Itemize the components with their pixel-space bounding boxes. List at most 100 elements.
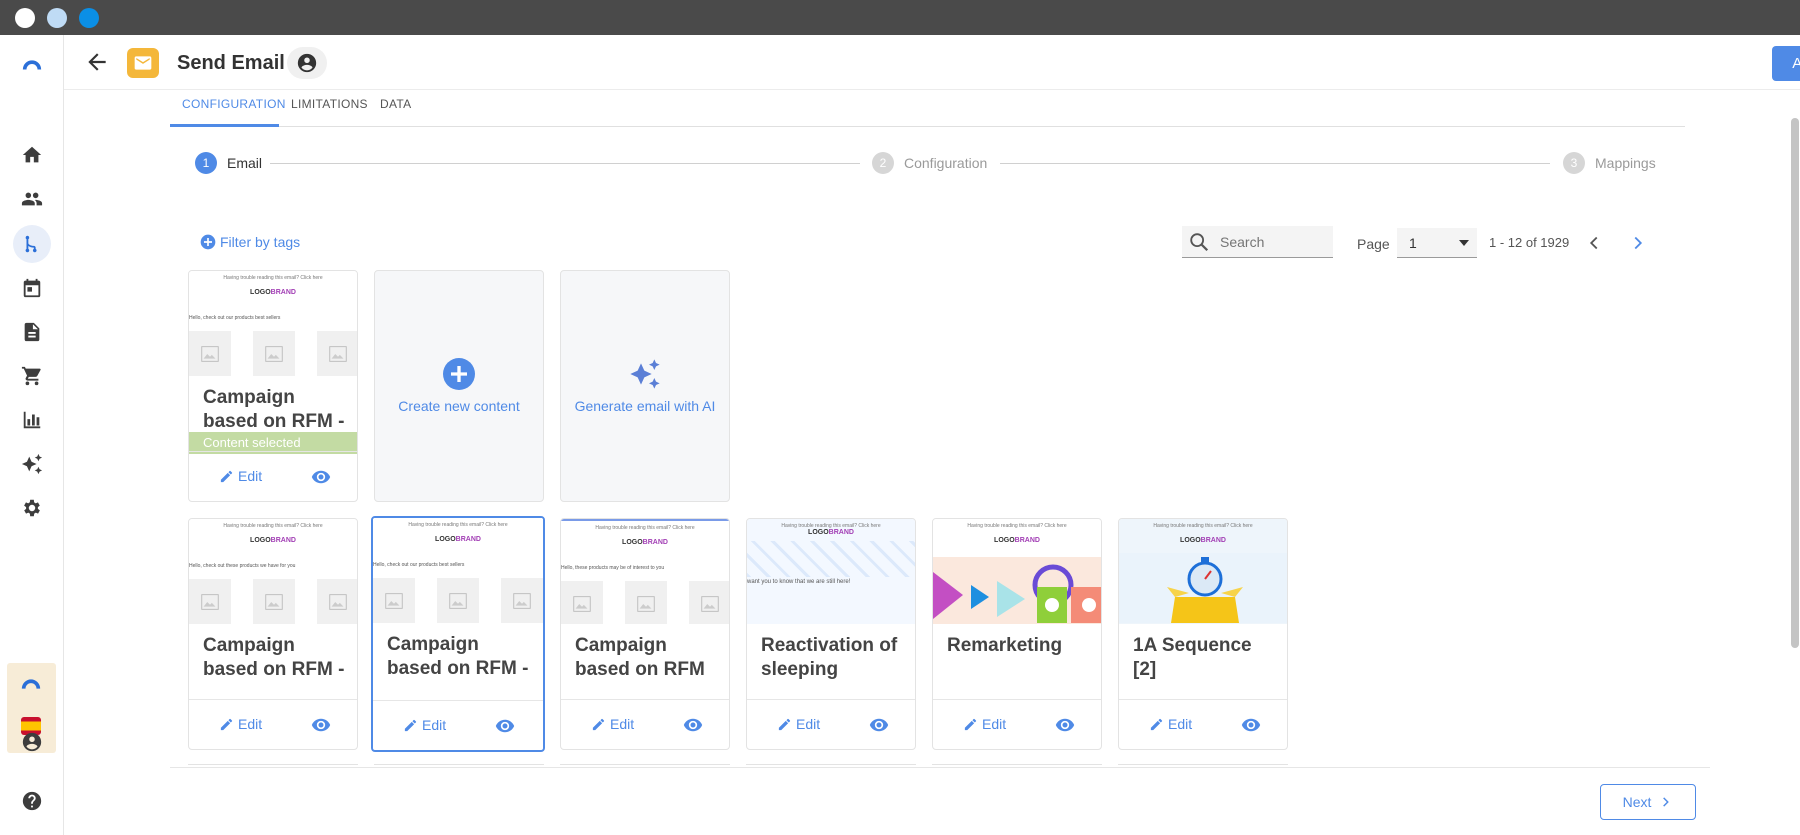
page-title: Send Email xyxy=(177,52,285,74)
content-card[interactable]: Having trouble reading this email? Click… xyxy=(932,518,1102,750)
preview-eye-icon[interactable] xyxy=(1240,715,1262,735)
stopwatch-box-illustration xyxy=(1119,553,1287,623)
preview-eye-icon[interactable] xyxy=(868,715,890,735)
card-thumbnail: Having trouble reading this email? Click… xyxy=(933,519,1101,624)
card-title: Reactivation of sleeping xyxy=(761,635,898,680)
chevron-right-icon xyxy=(1663,797,1670,807)
content-card[interactable]: Having trouble reading this email? Click… xyxy=(560,518,730,750)
profile-icon[interactable] xyxy=(18,728,46,756)
edit-button[interactable]: Edit xyxy=(1149,716,1192,732)
content-card-highlighted[interactable]: Having trouble reading this email? Click… xyxy=(371,516,545,752)
next-button[interactable]: Next xyxy=(1600,784,1696,820)
card-title: Campaign based on RFM - xyxy=(203,387,345,432)
remarketing-illustration xyxy=(933,557,1101,624)
thumb-line: Hello, check out our products best selle… xyxy=(189,315,281,321)
back-arrow-icon[interactable] xyxy=(84,49,110,75)
card-thumbnail: Having trouble reading this email? Click… xyxy=(189,519,357,624)
workflow-icon[interactable] xyxy=(18,230,46,258)
preview-eye-icon[interactable] xyxy=(682,715,704,735)
window-minimize-dot[interactable] xyxy=(47,8,67,28)
preview-eye-icon[interactable] xyxy=(494,716,516,736)
image-placeholder-icon xyxy=(189,331,231,376)
edit-label: Edit xyxy=(982,716,1007,732)
add-circle-icon xyxy=(200,234,216,250)
thumb-logo: LOGOBRAND xyxy=(435,536,481,543)
thumb-logo: LOGOBRAND xyxy=(1180,537,1226,544)
edit-button[interactable]: Edit xyxy=(777,716,820,732)
image-placeholder-icon xyxy=(501,578,543,623)
sidebar xyxy=(0,35,64,835)
pencil-icon xyxy=(964,718,977,730)
content-card[interactable]: Having trouble reading this email? Click… xyxy=(746,518,916,750)
calendar-icon[interactable] xyxy=(18,274,46,302)
edit-label: Edit xyxy=(796,716,821,732)
search-input[interactable] xyxy=(1220,233,1320,250)
edit-button[interactable]: Edit xyxy=(963,716,1006,732)
sparkle-icon[interactable] xyxy=(18,450,46,478)
edit-label: Edit xyxy=(238,716,263,732)
image-placeholder-icon xyxy=(561,581,603,624)
page-select-value: 1 xyxy=(1409,235,1417,251)
thumb-preheader: Having trouble reading this email? Click… xyxy=(595,525,695,531)
cart-icon[interactable] xyxy=(18,362,46,390)
image-placeholder-icon xyxy=(625,581,667,624)
thumb-line: want you to know that we are still here! xyxy=(747,579,851,585)
document-icon[interactable] xyxy=(18,318,46,346)
step-3-label: Mappings xyxy=(1595,155,1656,171)
gear-icon[interactable] xyxy=(18,494,46,522)
pencil-icon xyxy=(592,718,605,730)
tab-configuration[interactable]: CONFIGURATION xyxy=(182,97,286,111)
edit-label: Edit xyxy=(610,716,635,732)
card-actions: Edit xyxy=(747,699,915,749)
content-card-selected[interactable]: Having trouble reading this email? Click… xyxy=(188,270,358,502)
tab-limitations[interactable]: LIMITATIONS xyxy=(291,97,368,111)
edit-button[interactable]: Edit xyxy=(219,716,262,732)
generate-email-ai-label: Generate email with AI xyxy=(574,398,716,414)
window-maximize-dot[interactable] xyxy=(79,8,99,28)
app-logo-icon[interactable] xyxy=(18,50,46,78)
tab-data[interactable]: DATA xyxy=(380,97,411,111)
card-thumbnail: Having trouble reading this email? Click… xyxy=(373,518,543,623)
stepper: 1 Email 2 Configuration 3 Mappings xyxy=(195,152,1656,176)
card-actions: Edit xyxy=(189,451,357,501)
step-connector xyxy=(1000,163,1550,164)
filter-by-tags-button[interactable]: Filter by tags xyxy=(200,234,300,250)
card-title: Campaign based on RFM xyxy=(575,635,705,680)
window-close-dot[interactable] xyxy=(15,8,35,28)
user-circle-icon[interactable] xyxy=(287,47,327,79)
pencil-icon xyxy=(1150,718,1163,730)
preview-eye-icon[interactable] xyxy=(310,715,332,735)
tab-bar: CONFIGURATION LIMITATIONS DATA xyxy=(170,90,1685,127)
create-new-content-card[interactable]: Create new content xyxy=(374,270,544,502)
edit-button[interactable]: Edit xyxy=(403,717,446,733)
email-node-icon xyxy=(127,48,159,78)
step-1-label: Email xyxy=(227,155,263,171)
generate-email-ai-card[interactable]: Generate email with AI xyxy=(560,270,730,502)
chart-icon[interactable] xyxy=(18,406,46,434)
content-card[interactable]: Having trouble reading this email? Click… xyxy=(1118,518,1288,750)
edit-button[interactable]: Edit xyxy=(219,468,262,484)
scrollbar[interactable] xyxy=(1791,118,1799,648)
edit-label: Edit xyxy=(238,468,263,484)
thumb-logo: LOGOBRAND xyxy=(250,289,296,296)
pencil-icon xyxy=(220,470,233,482)
page-select[interactable]: 1 xyxy=(1397,228,1477,258)
help-icon[interactable] xyxy=(18,787,46,815)
next-page-icon[interactable] xyxy=(1627,232,1649,254)
preview-eye-icon[interactable] xyxy=(310,467,332,487)
prev-page-icon[interactable] xyxy=(1583,232,1605,254)
pencil-icon xyxy=(404,719,417,731)
card-thumbnail: Having trouble reading this email? Click… xyxy=(1119,519,1287,624)
apply-button[interactable]: Apply xyxy=(1772,46,1800,81)
thumb-preheader: Having trouble reading this email? Click… xyxy=(1153,523,1253,529)
people-icon[interactable] xyxy=(18,185,46,213)
edit-label: Edit xyxy=(1168,716,1193,732)
content-card[interactable]: Having trouble reading this email? Click… xyxy=(188,518,358,750)
search-field[interactable] xyxy=(1182,226,1333,258)
brand-mini-logo-icon xyxy=(20,677,42,691)
preview-eye-icon[interactable] xyxy=(1054,715,1076,735)
thumb-logo: LOGOBRAND xyxy=(622,539,668,546)
card-thumbnail: Having trouble reading this email? Click… xyxy=(189,271,357,376)
home-icon[interactable] xyxy=(18,141,46,169)
edit-button[interactable]: Edit xyxy=(591,716,634,732)
